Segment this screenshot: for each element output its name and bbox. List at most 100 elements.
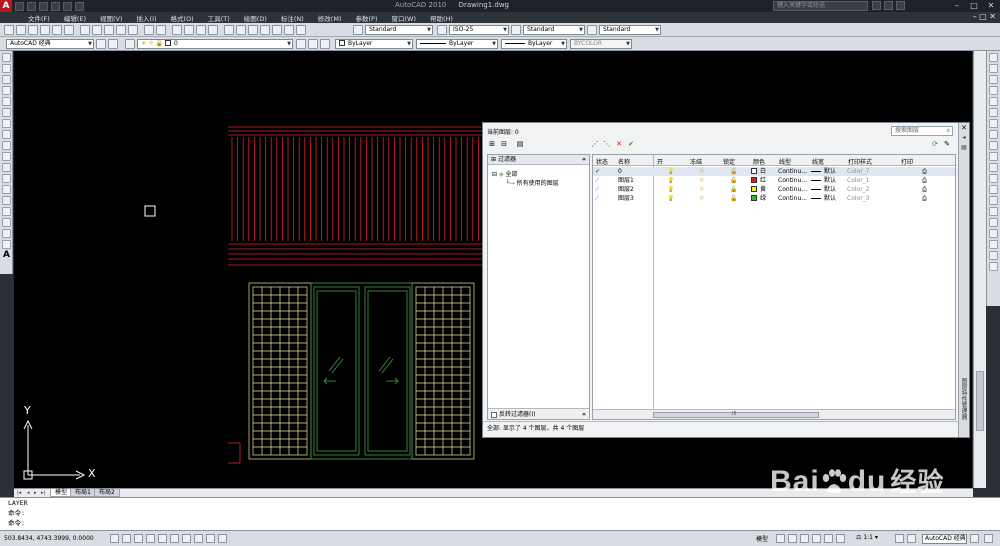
layer-select[interactable]: ☀ ☼ 🔓 0 ▼	[137, 39, 293, 49]
layer-color[interactable]: 白	[751, 168, 766, 175]
auto-scale-icon[interactable]	[907, 534, 916, 543]
workspace-switch[interactable]: AutoCAD 经典	[922, 534, 967, 544]
settings-icon[interactable]: ✎	[942, 140, 952, 149]
undo-icon[interactable]	[51, 1, 60, 11]
hatch-icon[interactable]	[2, 207, 11, 216]
cut-icon[interactable]	[80, 25, 90, 35]
lineweight-toggle-icon[interactable]	[218, 534, 227, 543]
layer-name[interactable]: 图层1	[618, 177, 634, 184]
zoom-status-icon[interactable]	[812, 534, 821, 543]
redo-icon[interactable]	[63, 1, 72, 11]
join-icon[interactable]	[989, 185, 998, 194]
arc-icon[interactable]	[2, 108, 11, 117]
ellipse-arc-icon[interactable]	[2, 163, 11, 172]
my-workspace-icon[interactable]	[108, 39, 118, 49]
tool-palettes-icon[interactable]	[248, 25, 258, 35]
circle-icon[interactable]	[2, 119, 11, 128]
annotation-visibility-icon[interactable]	[895, 534, 904, 543]
layer-properties-icon[interactable]	[125, 39, 135, 49]
layer-lineweight[interactable]: 默认	[811, 195, 836, 202]
dynamic-input-icon[interactable]	[206, 534, 215, 543]
text-style-select[interactable]: Standard ▼	[365, 25, 433, 35]
unlock-icon[interactable]: 🔓	[730, 195, 737, 202]
layer-lineweight[interactable]: 默认	[811, 168, 836, 175]
lineweight-select[interactable]: ByLayer ▼	[501, 39, 567, 49]
menu-parametric[interactable]: 参数(P)	[355, 13, 377, 23]
col-status[interactable]: 状态	[596, 157, 608, 166]
close-palette-icon[interactable]: ✕	[960, 124, 968, 132]
layer-row[interactable]: ⟋ 图层2 💡 ☼ 🔓 黄 Continu... 默认 Color_2 ⎙	[593, 185, 955, 194]
construction-line-icon[interactable]	[2, 64, 11, 73]
qnew-icon[interactable]	[4, 25, 14, 35]
quick-view-drawings-icon[interactable]	[788, 534, 797, 543]
menu-tools[interactable]: 工具(T)	[208, 13, 230, 23]
grid-display-icon[interactable]	[134, 534, 143, 543]
copy-icon[interactable]	[92, 25, 102, 35]
layer-linetype[interactable]: Continu...	[778, 177, 807, 184]
tab-last-icon[interactable]: ▸|	[41, 490, 45, 496]
move-icon[interactable]	[989, 108, 998, 117]
workspace-select[interactable]: AutoCAD 经典 ▼	[6, 39, 94, 49]
workspace-settings-icon[interactable]	[96, 39, 106, 49]
col-freeze[interactable]: 冻结	[690, 157, 702, 166]
layer-name[interactable]: 图层2	[618, 186, 634, 193]
chamfer-icon[interactable]	[989, 196, 998, 205]
doc-window-controls[interactable]: – □ ✕	[973, 12, 996, 21]
zoom-realtime-icon[interactable]	[184, 25, 194, 35]
new-layer-icon[interactable]: ⋰	[590, 140, 600, 149]
layer-list-hscrollbar[interactable]: III	[593, 409, 955, 419]
undo-tool-icon[interactable]	[144, 25, 154, 35]
menu-help[interactable]: 帮助(H)	[430, 13, 453, 23]
bulb-on-icon[interactable]: 💡	[667, 186, 674, 193]
linetype-select[interactable]: ByLayer ▼	[416, 39, 498, 49]
tab-layout1[interactable]: 布局1	[70, 489, 96, 497]
erase-icon[interactable]	[989, 53, 998, 62]
search-icon[interactable]	[872, 1, 881, 10]
layer-states-manager-icon[interactable]: ▤	[515, 140, 525, 149]
array-icon[interactable]	[989, 97, 998, 106]
col-color[interactable]: 颜色	[753, 157, 765, 166]
printer-icon[interactable]: ⎙	[922, 195, 927, 202]
object-snap-tracking-icon[interactable]	[182, 534, 191, 543]
sun-thaw-icon[interactable]: ☼	[699, 168, 704, 175]
save-file-icon[interactable]	[28, 25, 38, 35]
redo-tool-icon[interactable]	[156, 25, 166, 35]
col-lineweight[interactable]: 线宽	[812, 157, 824, 166]
new-property-filter-icon[interactable]: ⊞	[487, 140, 497, 149]
cursor-coordinates[interactable]: 503.8434, 4743.3999, 0.0000	[4, 535, 94, 542]
tab-model[interactable]: 模型	[50, 489, 73, 497]
design-center-icon[interactable]	[236, 25, 246, 35]
tab-prev-icon[interactable]: ◂	[27, 490, 30, 496]
polyline-icon[interactable]	[2, 75, 11, 84]
menu-format[interactable]: 格式(O)	[171, 13, 194, 23]
menu-insert[interactable]: 插入(I)	[137, 13, 157, 23]
showmotion-icon[interactable]	[836, 534, 845, 543]
table-icon[interactable]	[2, 240, 11, 249]
object-snap-icon[interactable]	[170, 534, 179, 543]
snap-mode-icon[interactable]	[122, 534, 131, 543]
sheet-set-icon[interactable]	[260, 25, 270, 35]
fillet-icon[interactable]	[989, 207, 998, 216]
extend-icon[interactable]	[989, 163, 998, 172]
layer-search-input[interactable]: 搜索图层 ⌕	[891, 126, 953, 136]
menu-file[interactable]: 文件(F)	[28, 13, 50, 23]
layer-lineweight[interactable]: 默认	[811, 177, 836, 184]
pan-status-icon[interactable]	[800, 534, 809, 543]
tab-first-icon[interactable]: |◂	[17, 490, 21, 496]
bulb-on-icon[interactable]: 💡	[667, 168, 674, 175]
mirror-icon[interactable]	[989, 75, 998, 84]
explode-icon[interactable]	[989, 218, 998, 227]
model-space-label[interactable]: 模型	[756, 534, 768, 543]
send-back-icon[interactable]	[989, 251, 998, 260]
layer-previous-icon[interactable]	[308, 39, 318, 49]
print-icon[interactable]	[75, 1, 84, 11]
layer-row[interactable]: ⟋ 图层1 💡 ☼ 🔓 红 Continu... 默认 Color_1 ⎙	[593, 176, 955, 185]
star-icon[interactable]	[884, 1, 893, 10]
set-current-icon[interactable]: ✔	[626, 140, 636, 149]
new-icon[interactable]	[15, 1, 24, 11]
menu-modify[interactable]: 修改(M)	[318, 13, 342, 23]
col-plot[interactable]: 打印	[901, 157, 913, 166]
make-current-icon[interactable]	[296, 39, 306, 49]
canvas-vertical-scrollbar[interactable]	[973, 51, 986, 488]
unlock-icon[interactable]: 🔓	[730, 177, 737, 184]
